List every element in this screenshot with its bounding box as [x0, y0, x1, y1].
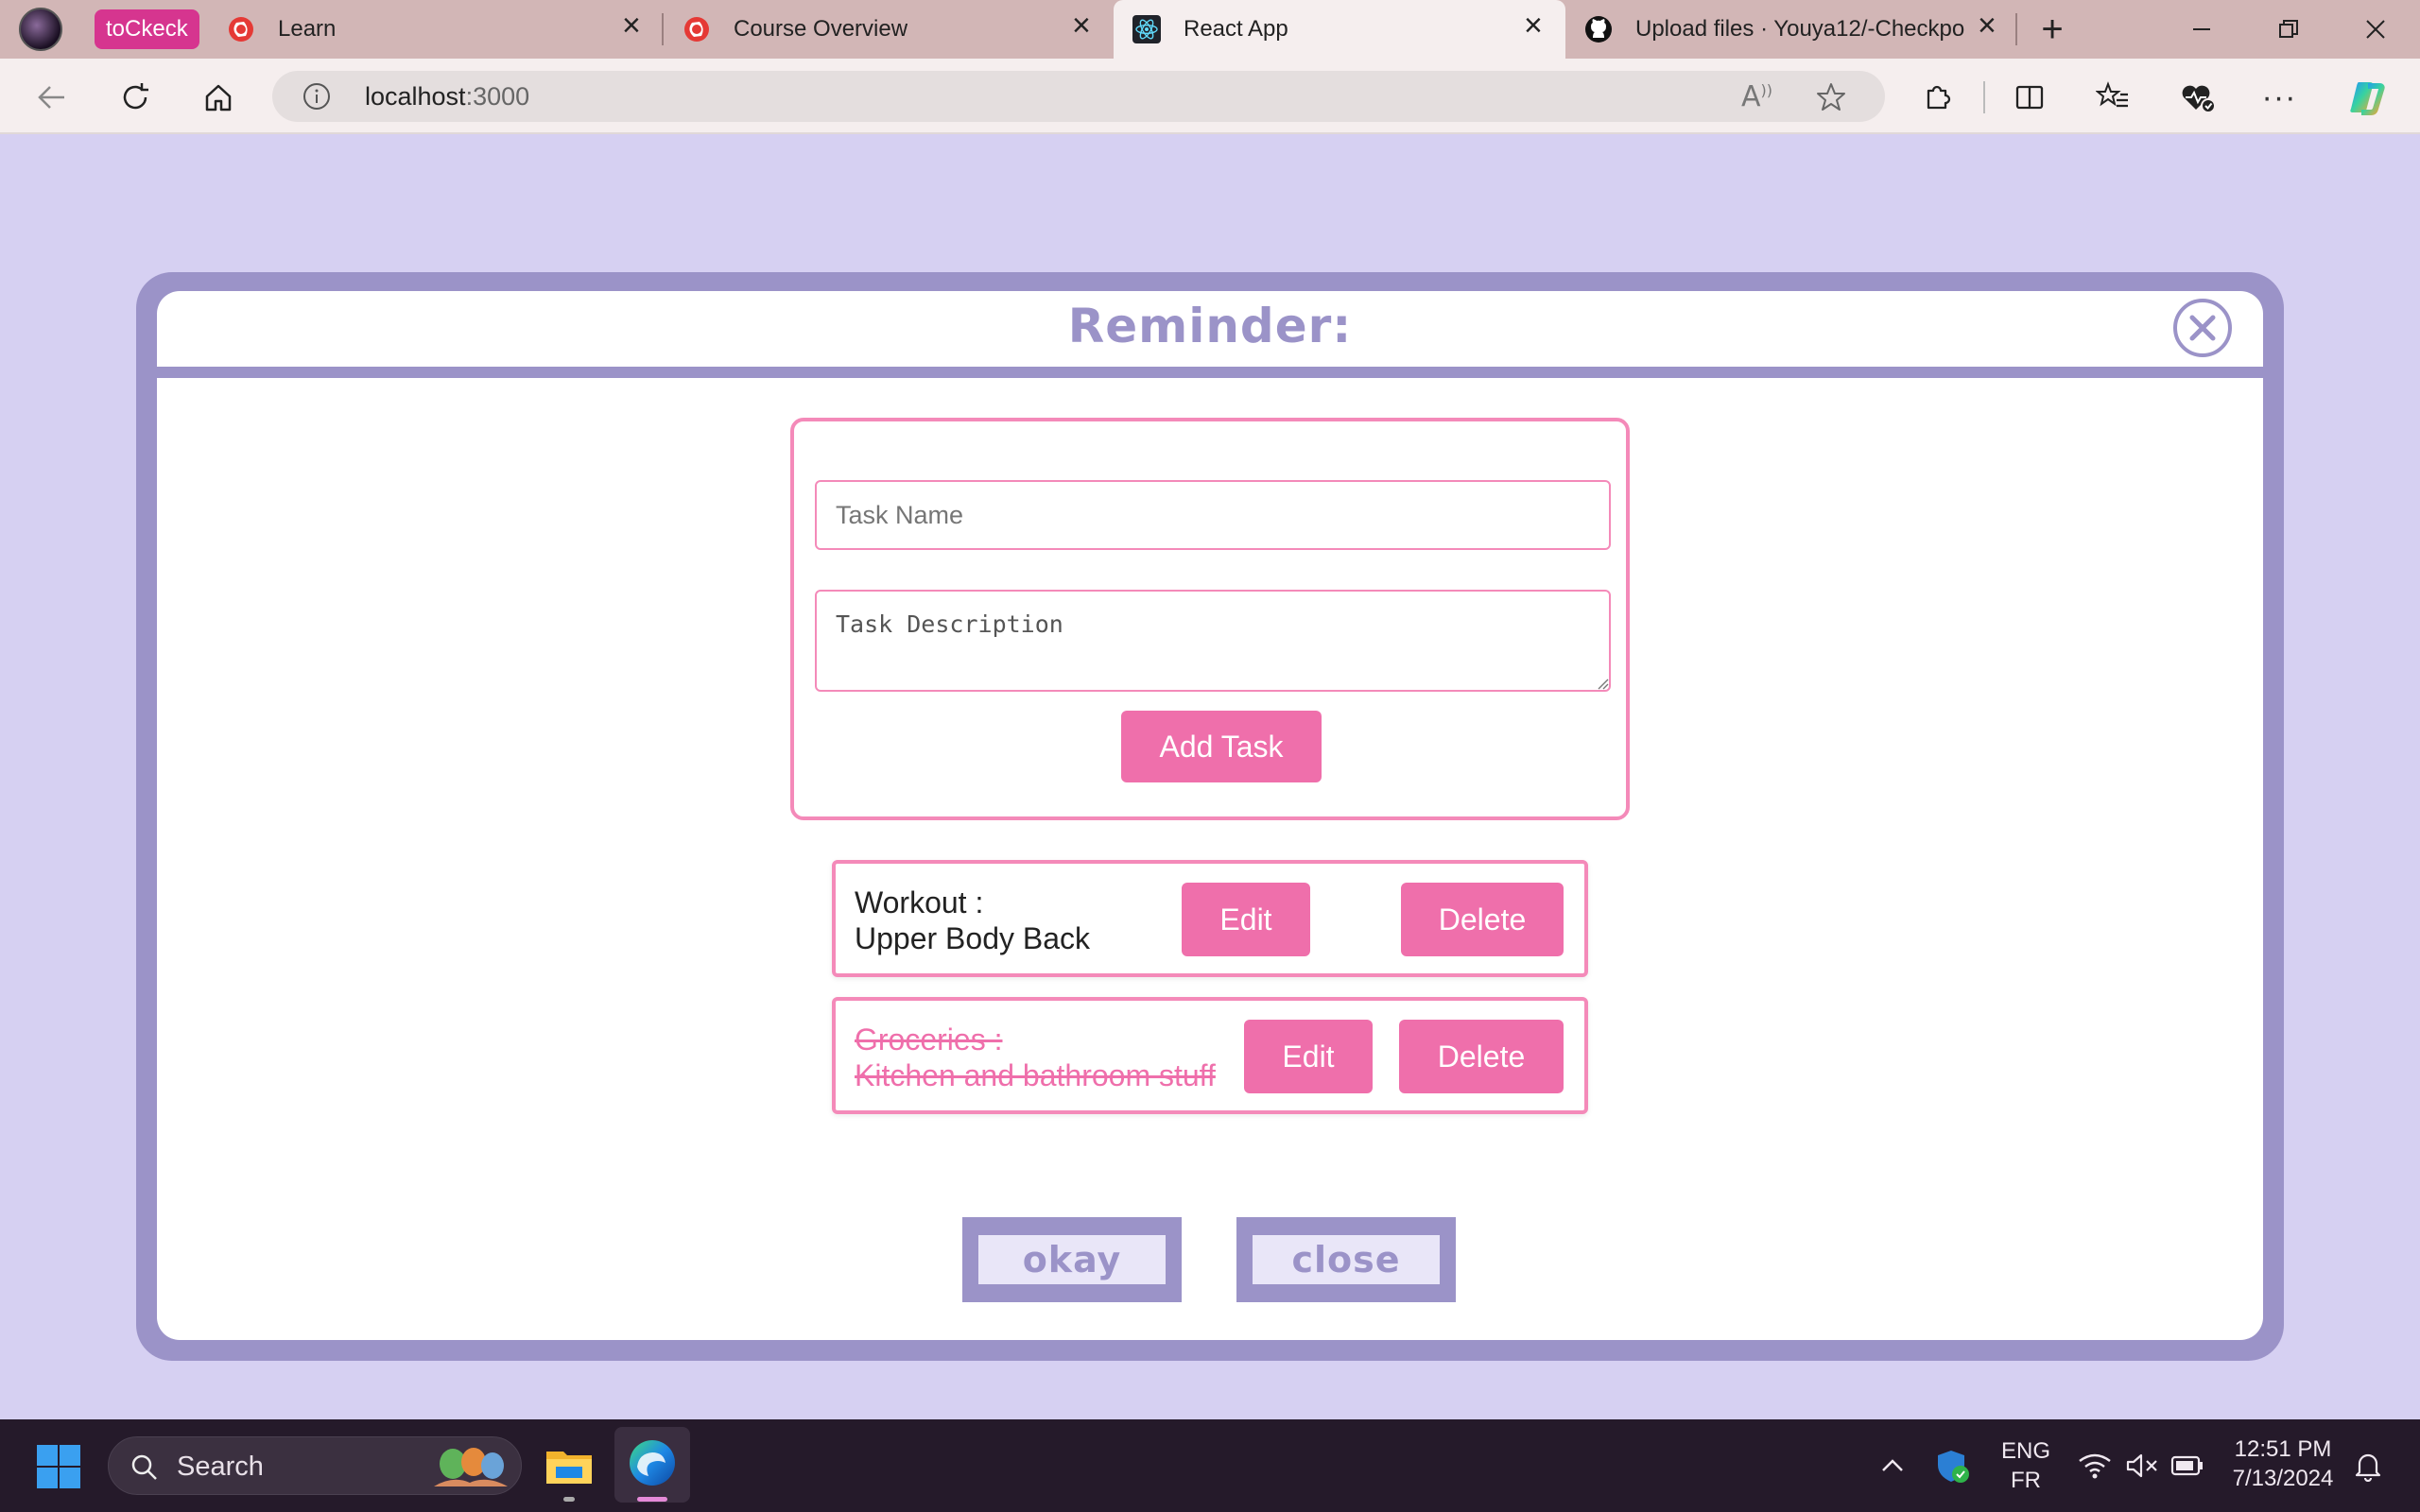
close-tab-icon[interactable]: × — [1978, 9, 1996, 42]
read-aloud-icon[interactable]: A)) — [1741, 80, 1772, 113]
add-task-button[interactable]: Add Task — [1121, 711, 1322, 782]
os-taskbar: Search ENG FR 12:51 PM 7/13/2024 — [0, 1419, 2420, 1512]
minimize-icon[interactable] — [2159, 0, 2244, 59]
tab-learn[interactable]: Learn × — [227, 0, 652, 59]
task-description[interactable]: Upper Body Back — [855, 920, 1090, 956]
task-card: Groceries : Kitchen and bathroom stuff E… — [832, 997, 1588, 1114]
close-modal-icon[interactable] — [2173, 299, 2232, 357]
url-text[interactable]: localhost:3000 — [365, 71, 529, 122]
chevron-up-icon[interactable] — [1879, 1453, 1906, 1476]
course-logo-icon — [229, 17, 253, 42]
modal-header: Reminder: — [157, 291, 2263, 367]
delete-task-button[interactable]: Delete — [1399, 1020, 1564, 1093]
tab-title: Course Overview — [734, 16, 908, 42]
toolbar-divider — [1983, 81, 1985, 113]
battery-icon[interactable] — [2170, 1453, 2204, 1478]
tab-course-overview[interactable]: Course Overview × — [683, 0, 1112, 59]
browser-essentials-icon[interactable] — [2174, 74, 2221, 121]
notification-bell-icon[interactable] — [2352, 1450, 2384, 1482]
taskbar-indicator — [563, 1497, 575, 1502]
task-text: Workout : Upper Body Back — [855, 885, 1090, 956]
okay-button[interactable]: okay — [962, 1217, 1182, 1302]
task-name[interactable]: Groceries : — [855, 1022, 1216, 1057]
task-description-input[interactable] — [815, 590, 1611, 692]
close-window-icon[interactable] — [2333, 0, 2418, 59]
clock-date: 7/13/2024 — [2232, 1466, 2334, 1491]
search-icon — [131, 1454, 157, 1480]
profile-avatar[interactable] — [19, 8, 62, 51]
tab-group-name: toCkeck — [106, 16, 188, 42]
favorite-star-icon[interactable] — [1815, 81, 1847, 113]
tab-react-app[interactable]: React App × — [1114, 0, 1565, 59]
new-tab-icon[interactable]: + — [2010, 0, 2095, 59]
add-task-form: Add Task — [790, 418, 1630, 820]
back-icon[interactable] — [28, 74, 76, 121]
split-screen-icon[interactable] — [2006, 74, 2053, 121]
input-language[interactable]: ENG FR — [1993, 1436, 2059, 1495]
close-label: close — [1253, 1235, 1440, 1284]
task-name[interactable]: Workout : — [855, 885, 1090, 920]
volume-muted-icon[interactable] — [2125, 1452, 2159, 1480]
tab-group-label[interactable]: toCkeck — [95, 9, 199, 49]
language-secondary: FR — [2011, 1468, 2041, 1493]
close-tab-icon[interactable]: × — [622, 9, 641, 42]
close-button[interactable]: close — [1236, 1217, 1456, 1302]
copilot-icon[interactable] — [2342, 74, 2390, 121]
home-icon[interactable] — [195, 74, 242, 121]
more-options-icon[interactable]: ··· — [2256, 74, 2303, 121]
task-description[interactable]: Kitchen and bathroom stuff — [855, 1057, 1216, 1093]
react-icon — [1132, 15, 1161, 43]
defender-shield-icon[interactable] — [1934, 1448, 1972, 1486]
modal-title: Reminder: — [1067, 299, 1353, 353]
language-primary: ENG — [2000, 1438, 2050, 1464]
edit-task-button[interactable]: Edit — [1182, 883, 1310, 956]
close-tab-icon[interactable]: × — [1524, 9, 1543, 42]
tab-title: Upload files · Youya12/-Checkpo — [1635, 16, 1965, 42]
tab-title: Learn — [278, 16, 337, 42]
delete-task-button[interactable]: Delete — [1401, 883, 1564, 956]
clock[interactable]: 12:51 PM 7/13/2024 — [2223, 1435, 2342, 1493]
wifi-icon[interactable] — [2078, 1452, 2112, 1480]
browser-toolbar: localhost:3000 A)) ··· — [0, 59, 2420, 134]
search-label: Search — [177, 1452, 264, 1482]
reload-icon[interactable] — [112, 74, 159, 121]
extensions-icon[interactable] — [1913, 74, 1961, 121]
url-port: :3000 — [465, 82, 530, 111]
task-name-input[interactable] — [815, 480, 1611, 550]
clock-time: 12:51 PM — [2234, 1436, 2332, 1462]
search-highlight-icon — [434, 1448, 508, 1486]
close-tab-icon[interactable]: × — [1072, 9, 1091, 42]
file-explorer-icon[interactable] — [543, 1438, 596, 1491]
edit-task-button[interactable]: Edit — [1244, 1020, 1373, 1093]
tab-separator — [662, 13, 664, 45]
task-text-completed: Groceries : Kitchen and bathroom stuff — [855, 1022, 1216, 1093]
taskbar-search[interactable]: Search — [108, 1436, 522, 1495]
restore-icon[interactable] — [2246, 0, 2331, 59]
tab-github-upload[interactable]: Upload files · Youya12/-Checkpo × — [1584, 0, 2010, 59]
task-card: Workout : Upper Body Back Edit Delete — [832, 860, 1588, 977]
windows-start-icon[interactable] — [36, 1444, 81, 1489]
site-info-icon[interactable] — [302, 82, 331, 111]
course-logo-icon — [684, 17, 709, 42]
edge-browser-icon[interactable] — [614, 1427, 690, 1503]
header-divider — [157, 367, 2263, 378]
address-bar[interactable]: localhost:3000 A)) — [272, 71, 1885, 122]
favorites-icon[interactable] — [2089, 74, 2136, 121]
url-host: localhost — [365, 82, 466, 111]
tab-title: React App — [1184, 16, 1288, 42]
github-icon — [1585, 16, 1612, 43]
browser-tab-strip: toCkeck Learn × Course Overview × React … — [0, 0, 2420, 59]
resize-handle-icon[interactable] — [1596, 677, 1609, 690]
taskbar-active-indicator — [637, 1497, 667, 1502]
okay-label: okay — [978, 1235, 1166, 1284]
